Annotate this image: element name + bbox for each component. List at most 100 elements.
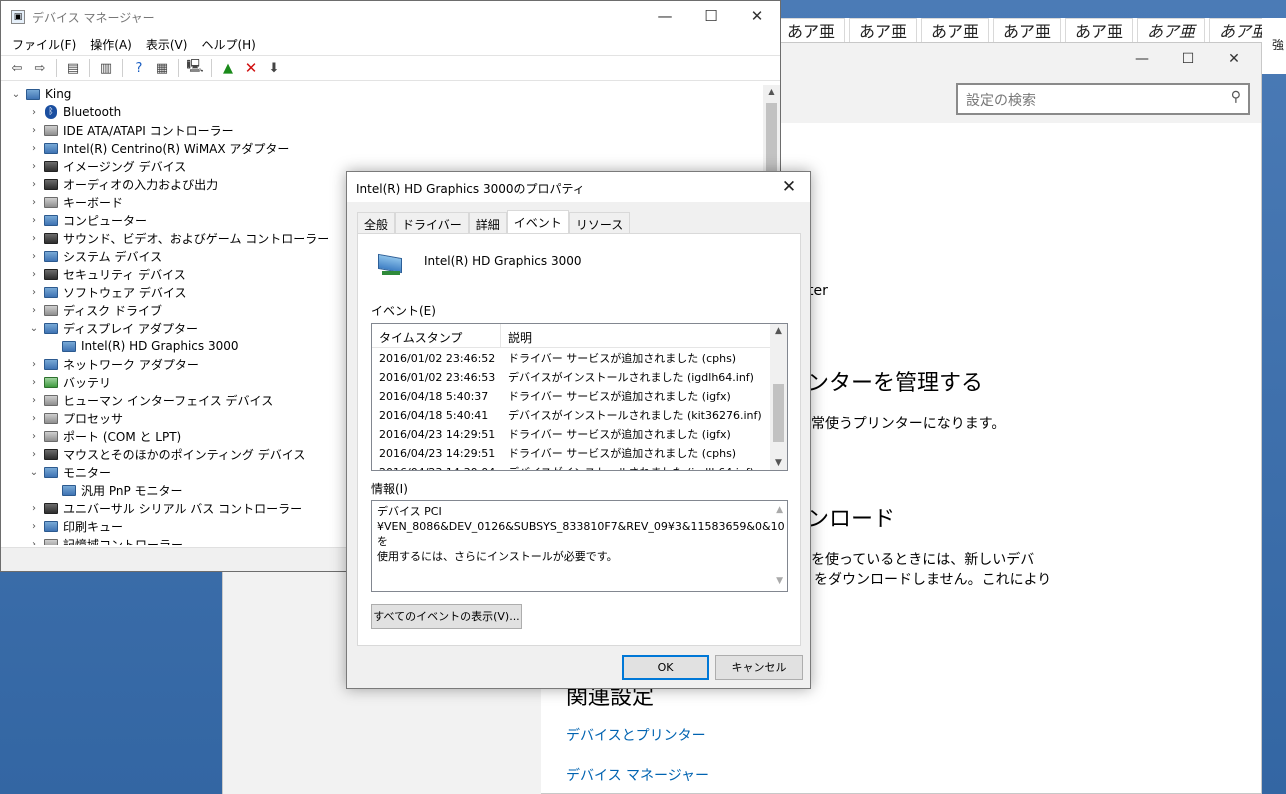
event-row[interactable]: 2016/04/23 14:29:51 ドライバー サービスが追加されました (i… [372, 425, 770, 444]
chevron-right-icon[interactable]: › [27, 197, 41, 208]
chevron-right-icon[interactable]: › [27, 305, 41, 316]
scroll-thumb[interactable] [773, 384, 784, 442]
tree-item-label: ディスク ドライブ [63, 303, 162, 318]
display-adapter-icon [376, 251, 404, 277]
chevron-right-icon[interactable]: › [27, 107, 41, 118]
maximize-icon[interactable]: ☐ [1165, 43, 1211, 75]
show-hide-tree-icon[interactable]: ▤ [63, 58, 83, 78]
events-scrollbar[interactable]: ▲ ▼ [770, 324, 787, 470]
info-label: 情報(I) [371, 482, 408, 496]
event-row[interactable]: 2016/04/18 5:40:37 ドライバー サービスが追加されました (ig… [372, 387, 770, 406]
tab-driver[interactable]: ドライバー [395, 212, 469, 234]
tree-item-label: Bluetooth [63, 105, 122, 119]
scroll-up-icon[interactable]: ▲ [763, 87, 780, 96]
tab-general[interactable]: 全般 [357, 212, 396, 234]
tab-resources[interactable]: リソース [568, 212, 631, 234]
hid-icon [43, 393, 59, 407]
scan-hardware-icon[interactable]: 🖳 [185, 58, 205, 78]
event-row[interactable]: 2016/04/18 5:40:41 デバイスがインストールされました (kit3… [372, 406, 770, 425]
close-icon[interactable]: ✕ [774, 175, 804, 199]
chevron-down-icon[interactable]: ⌄ [9, 89, 23, 100]
tab-events[interactable]: イベント [506, 210, 569, 234]
tree-item[interactable]: ⌄ King [3, 85, 763, 103]
cancel-button[interactable]: キャンセル [715, 655, 803, 680]
chevron-right-icon[interactable]: › [27, 413, 41, 424]
update-driver-icon[interactable]: ▲ [218, 58, 238, 78]
usb-icon [43, 501, 59, 515]
close-icon[interactable]: ✕ [1211, 43, 1257, 75]
forward-arrow-icon[interactable]: ⇨ [30, 58, 50, 78]
tree-item[interactable]: › ᛒ Bluetooth [3, 103, 763, 121]
scroll-up-icon[interactable]: ▲ [776, 503, 783, 518]
menu-help[interactable]: ヘルプ(H) [194, 33, 262, 55]
menu-action[interactable]: 操作(A) [83, 33, 139, 55]
menu-bar: ファイル(F) 操作(A) 表示(V) ヘルプ(H) [1, 33, 780, 55]
minimize-icon[interactable]: — [642, 1, 688, 31]
close-icon[interactable]: ✕ [734, 1, 780, 31]
back-arrow-icon[interactable]: ⇦ [7, 58, 27, 78]
chevron-right-icon[interactable]: › [27, 359, 41, 370]
chevron-right-icon[interactable]: › [27, 233, 41, 244]
install-icon[interactable]: ⬇ [264, 58, 284, 78]
chevron-down-icon[interactable]: ⌄ [27, 467, 41, 478]
uninstall-device-icon[interactable]: ✕ [241, 58, 261, 78]
tree-item[interactable]: › IDE ATA/ATAPI コントローラー [3, 121, 763, 139]
info-textbox[interactable]: デバイス PCI ¥VEN_8086&DEV_0126&SUBSYS_83381… [371, 500, 788, 592]
properties-icon[interactable]: ▥ [96, 58, 116, 78]
chevron-right-icon[interactable]: › [27, 125, 41, 136]
events-label: イベント(E) [371, 304, 436, 318]
tab-details[interactable]: 詳細 [468, 212, 507, 234]
device-manager-titlebar[interactable]: ▣ デバイス マネージャー — ☐ ✕ [1, 1, 780, 33]
display-adapter-icon [61, 339, 77, 353]
event-row[interactable]: 2016/01/02 23:46:53 デバイスがインストールされました (igd… [372, 368, 770, 387]
scroll-down-icon[interactable]: ▼ [770, 458, 787, 468]
events-list[interactable]: タイムスタンプ 説明 2016/01/02 23:46:52 ドライバー サービス… [371, 323, 788, 471]
menu-file[interactable]: ファイル(F) [5, 33, 83, 55]
devices-printers-link[interactable]: デバイスとプリンター [566, 725, 706, 745]
maximize-icon[interactable]: ☐ [688, 1, 734, 31]
event-description: ドライバー サービスが追加されました (igfx) [508, 390, 731, 403]
chevron-right-icon[interactable]: › [27, 179, 41, 190]
tree-item-label: ヒューマン インターフェイス デバイス [63, 393, 274, 408]
ok-button[interactable]: OK [622, 655, 709, 680]
chevron-right-icon[interactable]: › [27, 521, 41, 532]
chevron-right-icon[interactable]: › [27, 503, 41, 514]
event-timestamp: 2016/04/18 5:40:41 [379, 409, 489, 422]
info-line: ¥VEN_8086&DEV_0126&SUBSYS_833810F7&REV_0… [377, 520, 785, 548]
help-icon[interactable]: ? [129, 58, 149, 78]
download-heading: ンロード [807, 507, 896, 532]
chevron-right-icon[interactable]: › [27, 431, 41, 442]
chevron-right-icon[interactable]: › [27, 161, 41, 172]
chevron-right-icon[interactable]: › [27, 251, 41, 262]
event-row[interactable]: 2016/04/23 14:30:04デバイスがインストールされました (igd… [372, 463, 770, 470]
chevron-down-icon[interactable]: ⌄ [27, 323, 41, 334]
chevron-right-icon[interactable]: › [27, 449, 41, 460]
show-all-events-button[interactable]: すべてのイベントの表示(V)... [371, 604, 522, 629]
tree-item[interactable]: › Intel(R) Centrino(R) WiMAX アダプター [3, 139, 763, 157]
chevron-right-icon[interactable]: › [27, 143, 41, 154]
settings-search-input[interactable]: 設定の検索 ⚲ [956, 83, 1250, 115]
minimize-icon[interactable]: — [1119, 43, 1165, 75]
storage-icon [43, 537, 59, 545]
chevron-right-icon[interactable]: › [27, 287, 41, 298]
toolbar-separator [211, 59, 212, 77]
chevron-right-icon[interactable]: › [27, 215, 41, 226]
column-header-timestamp[interactable]: タイムスタンプ [372, 324, 501, 347]
column-header-description[interactable]: 説明 [501, 324, 539, 347]
action-pane-icon[interactable]: ▦ [152, 58, 172, 78]
tree-item-label: バッテリ [63, 375, 112, 390]
chevron-right-icon[interactable]: › [27, 269, 41, 280]
chevron-right-icon[interactable]: › [27, 539, 41, 546]
search-icon[interactable]: ⚲ [1231, 89, 1241, 105]
scroll-down-icon[interactable]: ▼ [776, 574, 783, 589]
menu-view[interactable]: 表示(V) [139, 33, 195, 55]
scroll-up-icon[interactable]: ▲ [770, 326, 787, 336]
device-manager-link[interactable]: デバイス マネージャー [566, 765, 709, 785]
event-row[interactable]: 2016/01/02 23:46:52 ドライバー サービスが追加されました (c… [372, 349, 770, 368]
dialog-titlebar[interactable]: Intel(R) HD Graphics 3000のプロパティ ✕ [347, 172, 810, 202]
event-row[interactable]: 2016/04/23 14:29:51 ドライバー サービスが追加されました (c… [372, 444, 770, 463]
chevron-right-icon[interactable]: › [27, 377, 41, 388]
battery-icon [43, 375, 59, 389]
chevron-right-icon[interactable]: › [27, 395, 41, 406]
event-timestamp: 2016/01/02 23:46:53 [379, 371, 496, 384]
